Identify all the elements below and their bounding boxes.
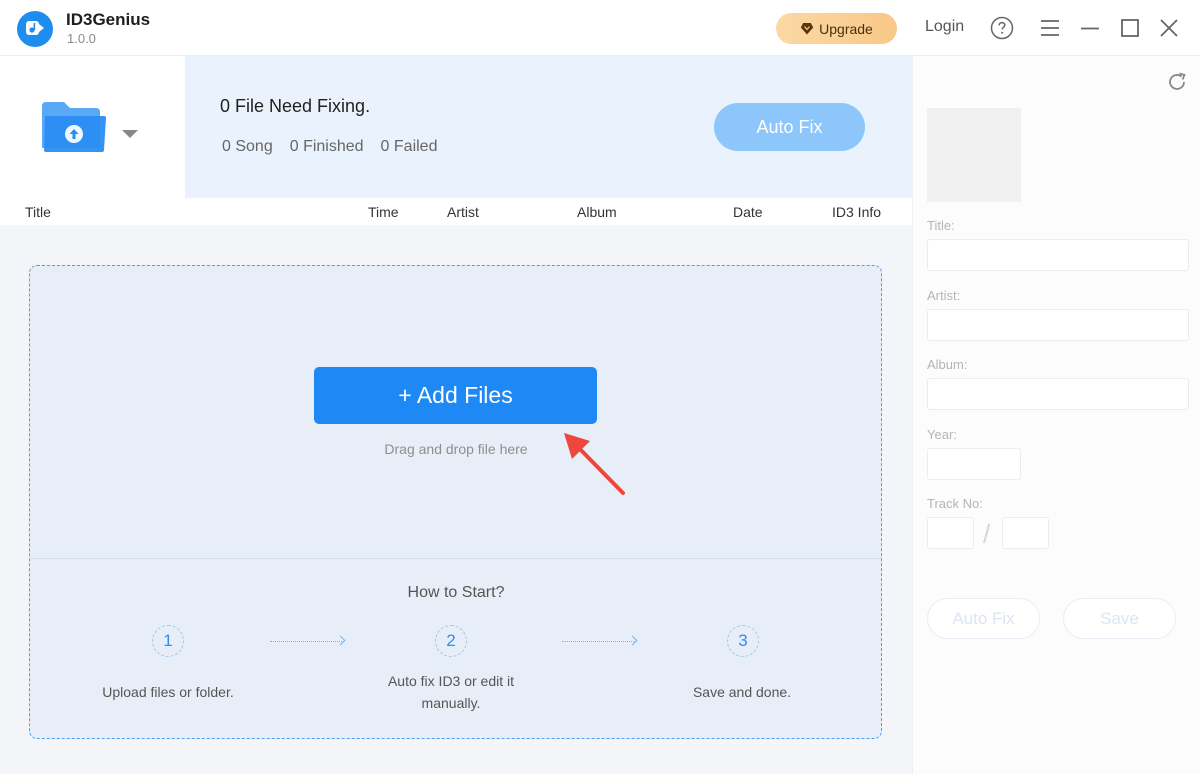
file-table-header: Title Time Artist Album Date ID3 Info xyxy=(0,198,912,225)
finished-count: 0 Finished xyxy=(289,138,364,155)
minimize-icon[interactable] xyxy=(1078,16,1102,40)
title-field-label: Title: xyxy=(927,218,955,233)
app-logo xyxy=(17,11,53,47)
maximize-icon[interactable] xyxy=(1118,16,1142,40)
tag-editor-panel: Title: Artist: Album: Year: Track No: / … xyxy=(912,56,1200,774)
column-date[interactable]: Date xyxy=(733,204,763,220)
title-field[interactable] xyxy=(927,239,1189,271)
upgrade-label: Upgrade xyxy=(819,20,873,37)
year-field[interactable] xyxy=(927,448,1021,480)
add-folder-button[interactable] xyxy=(40,100,108,156)
drag-drop-hint: Drag and drop file here xyxy=(384,441,528,457)
app-version: 1.0.0 xyxy=(67,31,96,46)
editor-auto-fix-button[interactable]: Auto Fix xyxy=(927,598,1040,639)
upgrade-button[interactable]: Upgrade xyxy=(776,13,897,44)
album-field-label: Album: xyxy=(927,357,968,372)
column-title[interactable]: Title xyxy=(25,204,51,220)
section-divider xyxy=(30,558,881,559)
step-2-number: 2 xyxy=(435,625,467,657)
chevron-down-icon xyxy=(122,130,138,138)
album-cover[interactable] xyxy=(927,108,1021,202)
album-field[interactable] xyxy=(927,378,1189,410)
column-album[interactable]: Album xyxy=(577,204,617,220)
files-need-fixing-title: 0 File Need Fixing. xyxy=(220,96,371,116)
column-artist[interactable]: Artist xyxy=(447,204,479,220)
step-3-text: Save and done. xyxy=(692,684,792,700)
artist-field-label: Artist: xyxy=(927,288,961,303)
column-time[interactable]: Time xyxy=(368,204,399,220)
fix-stats: 0 Song 0 Finished 0 Failed xyxy=(222,138,437,156)
track-number-field[interactable] xyxy=(927,517,974,549)
step-2-text: Auto fix ID3 or edit it manually. xyxy=(387,673,515,711)
file-list-area: + Add Files Drag and drop file here How … xyxy=(0,225,912,774)
step-1-number: 1 xyxy=(152,625,184,657)
step-arrow-1 xyxy=(270,641,342,643)
add-files-button[interactable]: + Add Files xyxy=(314,367,597,424)
title-bar: ID3Genius 1.0.0 Upgrade Login xyxy=(0,0,1200,56)
column-id3-info[interactable]: ID3 Info xyxy=(832,204,881,220)
upload-options-dropdown[interactable] xyxy=(121,126,139,144)
app-name: ID3Genius xyxy=(66,10,151,29)
pointer-arrow-icon xyxy=(564,433,625,495)
step-3-number: 3 xyxy=(727,625,759,657)
fix-summary-panel: 0 File Need Fixing. 0 Song 0 Finished 0 … xyxy=(185,56,912,198)
song-count: 0 Song xyxy=(222,138,273,155)
artist-field[interactable] xyxy=(927,309,1189,341)
folder-upload-icon xyxy=(42,102,106,152)
step-arrow-2 xyxy=(562,641,634,643)
login-link[interactable]: Login xyxy=(925,18,964,36)
menu-icon[interactable] xyxy=(1038,16,1062,40)
step-1-text: Upload files or folder. xyxy=(102,684,234,700)
year-field-label: Year: xyxy=(927,427,957,442)
auto-fix-button[interactable]: Auto Fix xyxy=(714,103,865,151)
help-icon[interactable] xyxy=(990,16,1014,40)
diamond-heart-icon xyxy=(800,23,814,35)
editor-save-button[interactable]: Save xyxy=(1063,598,1176,639)
failed-count: 0 Failed xyxy=(380,138,438,155)
close-icon[interactable] xyxy=(1157,16,1181,40)
track-total-field[interactable] xyxy=(1002,517,1049,549)
track-field-label: Track No: xyxy=(927,496,983,511)
refresh-icon[interactable] xyxy=(1166,71,1188,98)
how-to-start-title: How to Start? xyxy=(407,584,505,601)
music-tag-icon xyxy=(26,21,44,35)
track-separator: / xyxy=(983,519,991,549)
drop-zone[interactable]: + Add Files Drag and drop file here How … xyxy=(29,265,882,739)
